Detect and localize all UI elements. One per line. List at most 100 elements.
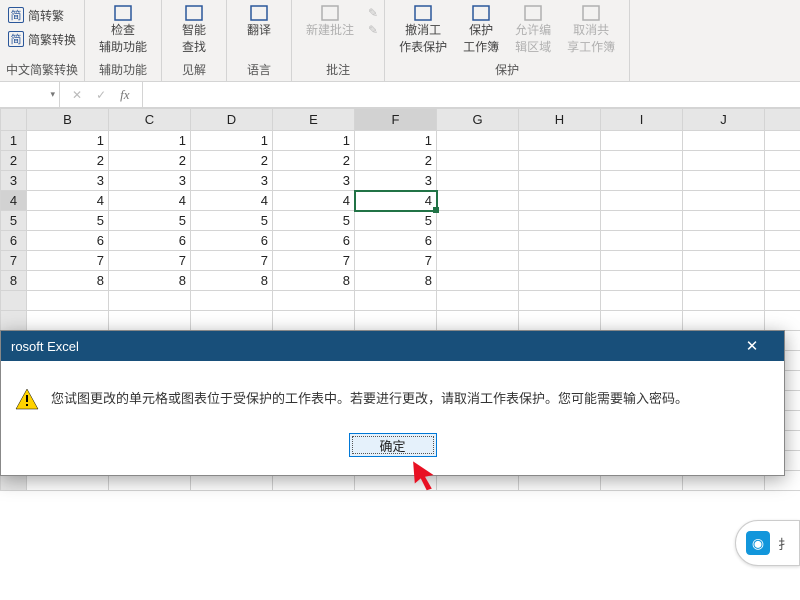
cell[interactable]: 2 (273, 151, 355, 171)
cell[interactable] (683, 211, 765, 231)
cell[interactable] (273, 311, 355, 331)
cell[interactable]: 8 (273, 271, 355, 291)
row-header[interactable]: 1 (1, 131, 27, 151)
cell[interactable] (437, 211, 519, 231)
cell[interactable] (519, 171, 601, 191)
cell[interactable] (191, 311, 273, 331)
column-header[interactable]: E (273, 109, 355, 131)
cell[interactable] (191, 291, 273, 311)
cell[interactable]: 1 (355, 131, 437, 151)
cell[interactable]: 5 (273, 211, 355, 231)
cell[interactable] (519, 211, 601, 231)
cell[interactable]: 8 (191, 271, 273, 291)
cell[interactable]: 1 (273, 131, 355, 151)
ok-button[interactable]: 确定 (349, 433, 437, 457)
cell[interactable]: 3 (27, 171, 109, 191)
cell[interactable]: 5 (27, 211, 109, 231)
cell[interactable] (273, 291, 355, 311)
column-header[interactable]: I (601, 109, 683, 131)
ribbon-small-item[interactable]: 简简转繁 (6, 4, 78, 26)
cell[interactable]: 7 (273, 251, 355, 271)
ribbon-button[interactable]: 保护工作簿 (455, 2, 507, 58)
cell[interactable] (519, 271, 601, 291)
row-header[interactable]: 2 (1, 151, 27, 171)
column-header[interactable]: B (27, 109, 109, 131)
cell[interactable]: 6 (109, 231, 191, 251)
row-header[interactable]: 6 (1, 231, 27, 251)
row-header[interactable]: 8 (1, 271, 27, 291)
cell[interactable]: 4 (191, 191, 273, 211)
row-header[interactable]: 5 (1, 211, 27, 231)
cell[interactable]: 3 (109, 171, 191, 191)
cell[interactable] (765, 251, 800, 271)
cell[interactable] (683, 271, 765, 291)
cell[interactable] (437, 231, 519, 251)
cell[interactable] (519, 151, 601, 171)
cell[interactable] (601, 251, 683, 271)
cell[interactable] (355, 291, 437, 311)
cell[interactable]: 2 (109, 151, 191, 171)
cell[interactable] (437, 291, 519, 311)
cell[interactable] (765, 151, 800, 171)
cell[interactable] (601, 291, 683, 311)
formula-input[interactable] (143, 82, 800, 107)
floating-action-button[interactable]: ◉ 扌 (735, 520, 800, 566)
cell[interactable] (355, 311, 437, 331)
cell[interactable] (601, 311, 683, 331)
cell[interactable] (519, 291, 601, 311)
cell[interactable] (27, 311, 109, 331)
row-header[interactable]: 4 (1, 191, 27, 211)
ribbon-button[interactable]: 智能查找 (168, 2, 220, 58)
column-header[interactable]: J (683, 109, 765, 131)
ribbon-button[interactable]: 检查辅助功能 (91, 2, 155, 58)
cell[interactable] (519, 191, 601, 211)
cell[interactable]: 2 (355, 151, 437, 171)
cell[interactable]: 6 (27, 231, 109, 251)
cell[interactable] (519, 131, 601, 151)
cell[interactable]: 1 (191, 131, 273, 151)
cell[interactable] (437, 151, 519, 171)
cell[interactable]: 7 (109, 251, 191, 271)
cell[interactable]: 3 (273, 171, 355, 191)
column-header[interactable]: H (519, 109, 601, 131)
cell[interactable]: 4 (27, 191, 109, 211)
cell[interactable]: 7 (355, 251, 437, 271)
cell[interactable] (765, 271, 800, 291)
cell[interactable]: 1 (109, 131, 191, 151)
ribbon-button[interactable]: 翻译 (233, 2, 285, 41)
cell[interactable] (437, 131, 519, 151)
cell[interactable] (765, 311, 800, 331)
column-header[interactable]: F (355, 109, 437, 131)
name-box[interactable]: ▾ (0, 82, 60, 107)
cell[interactable]: 2 (27, 151, 109, 171)
cell[interactable]: 4 (355, 191, 437, 211)
cell[interactable] (437, 171, 519, 191)
cell[interactable] (683, 251, 765, 271)
cell[interactable] (519, 311, 601, 331)
cell[interactable] (765, 191, 800, 211)
cell[interactable]: 6 (191, 231, 273, 251)
cell[interactable] (437, 191, 519, 211)
cell[interactable]: 8 (355, 271, 437, 291)
column-header[interactable]: G (437, 109, 519, 131)
cell[interactable] (519, 251, 601, 271)
cell[interactable]: 1 (27, 131, 109, 151)
select-all-corner[interactable] (1, 109, 27, 131)
cell[interactable] (683, 191, 765, 211)
cell[interactable] (765, 211, 800, 231)
cell[interactable]: 4 (109, 191, 191, 211)
cancel-icon[interactable]: ✕ (72, 88, 82, 102)
cell[interactable] (683, 311, 765, 331)
cell[interactable]: 8 (109, 271, 191, 291)
fx-icon[interactable]: fx (120, 87, 129, 103)
cell[interactable] (683, 291, 765, 311)
cell[interactable]: 6 (355, 231, 437, 251)
cell[interactable]: 3 (191, 171, 273, 191)
cell[interactable]: 8 (27, 271, 109, 291)
cell[interactable] (437, 311, 519, 331)
cell[interactable] (601, 131, 683, 151)
cell[interactable]: 4 (273, 191, 355, 211)
cell[interactable] (683, 171, 765, 191)
cell[interactable] (601, 191, 683, 211)
cell[interactable]: 5 (109, 211, 191, 231)
